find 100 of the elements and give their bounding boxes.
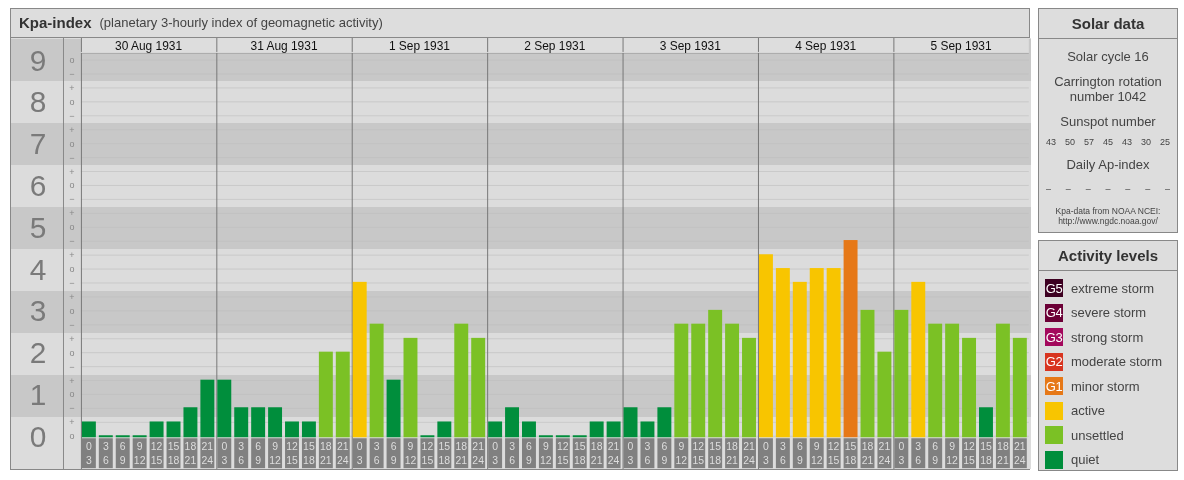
time-slot-label: 3 6 xyxy=(911,438,926,468)
panel-title: Solar data xyxy=(1039,9,1177,39)
level-swatch: G1 xyxy=(1045,377,1063,395)
level-label: quiet xyxy=(1071,452,1100,467)
source-url: http://www.ngdc.noaa.gov/ xyxy=(1058,216,1158,226)
level-label: active xyxy=(1071,403,1105,418)
kp-third-mark: o xyxy=(69,431,75,442)
kp-third-mark: − xyxy=(69,68,75,79)
time-slot-label: 12 15 xyxy=(962,438,976,468)
time-slot-label: 15 18 xyxy=(572,438,587,468)
kp-third-mark: − xyxy=(69,277,75,288)
time-slot-label: 21 24 xyxy=(606,438,621,468)
level-label: severe storm xyxy=(1071,305,1147,320)
kp-third-mark: + xyxy=(69,124,75,135)
time-slot-label: 3 6 xyxy=(640,438,655,468)
date-label: 31 Aug 1931 xyxy=(250,38,318,53)
time-slot-label: 21 24 xyxy=(742,438,756,468)
ap-index-value: – xyxy=(1105,184,1111,194)
time-slot-label: 0 3 xyxy=(894,438,909,468)
kp-third-mark: + xyxy=(69,208,75,219)
ap-index-value: – xyxy=(1145,184,1151,194)
time-slot-label: 3 6 xyxy=(505,438,519,468)
time-slot-label: 6 9 xyxy=(928,438,943,468)
kp-third-mark: − xyxy=(69,194,75,205)
time-slot-label: 15 18 xyxy=(708,438,723,468)
time-slot-label: 6 9 xyxy=(251,438,266,468)
carrington-text: Carrington rotation number 1042 xyxy=(1053,74,1163,104)
panel-subtitle: (planetary 3-hourly index of geomagnetic activity) xyxy=(99,15,383,31)
time-slot-label: 18 21 xyxy=(860,438,875,468)
ap-index-value: – xyxy=(1046,184,1051,194)
time-slot-label: 15 18 xyxy=(979,438,993,468)
time-slot-label: 15 18 xyxy=(437,438,452,468)
time-slot-label: 15 18 xyxy=(301,438,316,468)
time-slot-label: 9 12 xyxy=(403,438,418,468)
kp-third-mark: o xyxy=(69,263,75,274)
kp-scale-label: 9 xyxy=(29,43,47,77)
time-slot-label: 0 3 xyxy=(488,438,503,468)
panel-title: Activity levels xyxy=(1039,241,1177,271)
time-slot-label: 18 21 xyxy=(995,438,1010,468)
time-slot-label: 9 12 xyxy=(945,438,960,468)
kp-scale-label: 2 xyxy=(29,336,47,370)
time-slot-label: 9 12 xyxy=(268,438,283,468)
kp-third-mark: − xyxy=(69,236,75,247)
kp-scale-label: 8 xyxy=(29,85,47,119)
ap-index-value: – xyxy=(1164,184,1170,194)
sunspot-value: 43 xyxy=(1046,137,1056,147)
level-swatch: G4 xyxy=(1045,303,1063,322)
kp-scale-label: 7 xyxy=(29,127,47,160)
ap-index-value: – xyxy=(1125,184,1131,194)
time-slot-label: 18 21 xyxy=(454,438,469,468)
date-label: 5 Sep 1931 xyxy=(930,38,992,53)
kp-third-mark: − xyxy=(69,403,75,414)
level-label: minor storm xyxy=(1071,378,1140,394)
time-slot-label: 12 15 xyxy=(285,438,299,468)
time-slot-label: 12 15 xyxy=(826,438,841,468)
sunspot-value: 50 xyxy=(1065,137,1075,147)
level-label: extreme storm xyxy=(1071,280,1155,296)
time-slot-label: 21 24 xyxy=(335,438,350,468)
time-slot-label: 0 3 xyxy=(217,438,232,468)
kp-third-mark: + xyxy=(69,166,75,177)
time-slot-label: 9 12 xyxy=(132,438,147,468)
time-slot-label: 21 24 xyxy=(1012,438,1027,468)
time-slot-label: 18 21 xyxy=(589,438,604,468)
sunspot-value: 30 xyxy=(1140,137,1151,147)
kp-scale-label: 3 xyxy=(29,294,47,328)
date-label: 1 Sep 1931 xyxy=(388,38,450,53)
time-slot-label: 12 15 xyxy=(149,438,164,468)
time-slot-label: 6 9 xyxy=(115,438,130,468)
kp-scale-label: 6 xyxy=(29,168,47,202)
kp-third-mark: o xyxy=(69,96,75,107)
date-label: 2 Sep 1931 xyxy=(524,38,586,53)
level-swatch: G5 xyxy=(1045,279,1063,297)
kp-third-mark: + xyxy=(69,333,75,344)
time-slot-label: 3 6 xyxy=(234,438,249,468)
sunspot-label: Sunspot number xyxy=(1059,114,1157,129)
level-label: unsettled xyxy=(1071,427,1124,443)
kp-third-mark: − xyxy=(69,152,75,163)
time-slot-label: 6 9 xyxy=(792,438,807,468)
source-text: Kpa-data from NOAA NCEI: xyxy=(1055,206,1161,216)
date-label: 4 Sep 1931 xyxy=(795,38,857,53)
kp-scale-label: 1 xyxy=(29,377,47,411)
time-slot-label: 6 9 xyxy=(657,438,672,468)
time-slot-label: 9 12 xyxy=(809,438,824,468)
kp-scale-label: 5 xyxy=(29,210,47,244)
kp-third-mark: + xyxy=(69,375,75,386)
time-slot-label: 21 24 xyxy=(200,438,215,468)
time-slot-label: 21 24 xyxy=(877,438,892,468)
time-slot-label: 21 24 xyxy=(471,438,486,468)
kp-third-mark: − xyxy=(69,319,75,330)
time-slot-label: 18 21 xyxy=(183,438,198,468)
time-slot-label: 15 18 xyxy=(166,438,181,468)
ap-index-label: Daily Ap-index xyxy=(1065,157,1151,172)
solar-cycle-text: Solar cycle 16 xyxy=(1066,49,1150,64)
kp-scale-label: 0 xyxy=(29,419,47,453)
kp-third-mark: o xyxy=(69,347,75,358)
kp-third-mark: − xyxy=(69,110,75,121)
level-label: moderate storm xyxy=(1071,354,1163,369)
time-slot-label: 3 6 xyxy=(369,438,384,468)
time-slot-label: 9 12 xyxy=(674,438,689,468)
ap-index-value: – xyxy=(1065,184,1071,194)
